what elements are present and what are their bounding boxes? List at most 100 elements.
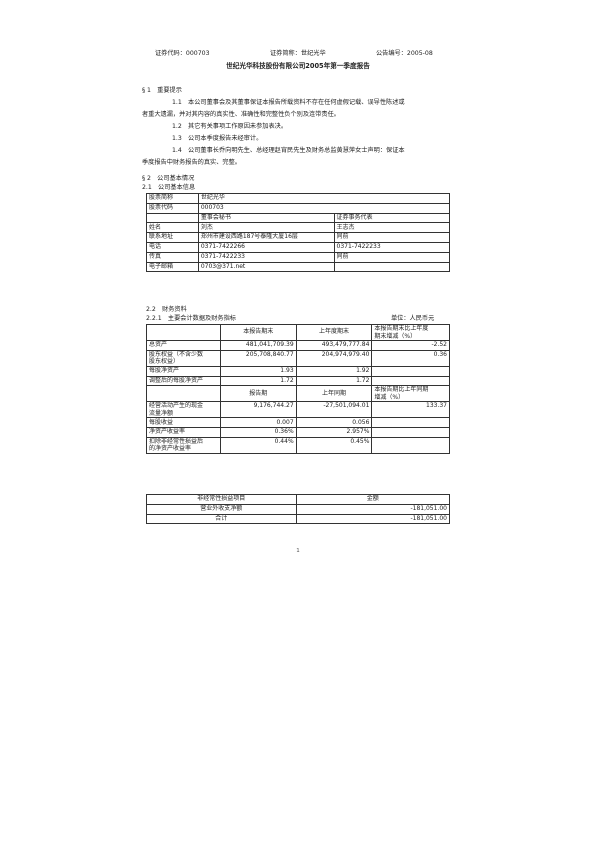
table-header-cell: 上年度期末 <box>295 324 373 341</box>
table-header-cell: 本报告期比上年同期 增减（%） <box>371 385 450 403</box>
table-row: 电子邮箱 0703@371.net <box>146 261 451 273</box>
table-cell <box>371 375 450 387</box>
section1-item: 者重大遗漏，并对其内容的真实性、准确性和完整性负个别及连带责任。 <box>142 111 340 118</box>
table-cell: 0371-7422233 <box>333 241 451 253</box>
table-header-cell: 金额 <box>295 494 451 505</box>
table-cell: 0703@371.net <box>197 261 335 273</box>
table-cell <box>146 385 221 403</box>
table-cell: 1.72 <box>219 375 297 387</box>
table-row: 非经常性损益项目 金额 <box>146 494 451 505</box>
table-cell <box>371 365 450 377</box>
section1-item: 1.3 公司本季度报告未经审计。 <box>172 135 263 142</box>
document-page: { "header": { "code": "证券代码：000703", "na… <box>0 0 596 842</box>
table-row: 姓名 刘杰 王志杰 <box>146 222 451 234</box>
table-row: 传真 0371-7422233 同前 <box>146 251 451 263</box>
table-row: 经营活动产生的现金 流量净额 9,176,744.27 -27,501,094.0… <box>146 401 450 419</box>
table-cell: 204,974,979.40 <box>295 349 373 367</box>
section1-item: 1.1 本公司董事会及其董事保证本报告所载资料不存在任何虚假记载、误导性陈述或 <box>172 99 405 106</box>
table-cell <box>371 417 450 429</box>
table-row: 股东权益（不含少数 股东权益） 205,708,840.77 204,974,97… <box>146 349 450 367</box>
table-row: 净资产收益率 0.36% 2.957% <box>146 427 450 438</box>
table-row: 报告期 上年同期 本报告期比上年同期 增减（%） <box>146 385 450 403</box>
table-cell: 扣除非经常性损益后 的净资产收益率 <box>146 436 221 454</box>
table-cell: -27,501,094.01 <box>295 401 373 419</box>
table-cell: 9,176,744.27 <box>219 401 297 419</box>
section1-item: 季度报告中财务报告的真实、完整。 <box>142 159 241 166</box>
table-row: 营业外收支净额 -181,051.00 <box>146 503 451 515</box>
table-cell: 姓名 <box>146 222 199 234</box>
page-number: 1 <box>296 548 300 554</box>
section2-2-heading: 2.2 财务资料 <box>146 306 187 313</box>
table-row: 股票代码 000703 <box>146 202 451 214</box>
table-header-cell: 上年同期 <box>295 385 373 403</box>
table-row: 每股收益 0.007 0.056 <box>146 417 450 429</box>
table-row: 每股净资产 1.93 1.92 <box>146 365 450 377</box>
table-cell: 联系地址 <box>146 232 199 243</box>
table-cell: 董事会秘书 <box>197 212 335 224</box>
table-header-cell: 本报告期末 <box>219 324 297 341</box>
table-cell <box>371 436 450 454</box>
table-cell <box>146 212 199 224</box>
financial-data-table: 本报告期末 上年度期末 本报告期末比上年度 期末增减（%） 总资产 481,041… <box>146 324 450 454</box>
section2-1-heading: 2.1 公司基本信息 <box>142 184 196 191</box>
table-cell: 1.72 <box>295 375 373 387</box>
section2-2-1-heading: 2.2.1 主要会计数据及财务指标 <box>146 315 236 322</box>
table-cell: 0.45% <box>295 436 373 454</box>
unit-label: 单位：人民币元 <box>391 315 435 322</box>
document-title: 世纪光华科技股份有限公司2005年第一季度报告 <box>226 62 370 70</box>
table-cell: 1.93 <box>219 365 297 377</box>
table-cell: 证券事务代表 <box>333 212 451 224</box>
table-cell <box>371 427 450 438</box>
table-row: 合计 -181,051.00 <box>146 513 451 525</box>
table-row: 电话 0371-7422266 0371-7422233 <box>146 241 451 253</box>
table-cell: 传真 <box>146 251 199 263</box>
table-cell: 每股净资产 <box>146 365 221 377</box>
header-stock-name: 证券简称：世纪光华 <box>270 50 326 57</box>
company-info-table: 股票简称 世纪光华 股票代码 000703 董事会秘书 证券事务代表 姓名 刘杰… <box>146 193 451 273</box>
header-notice-number: 公告编号：2005-08 <box>376 50 433 57</box>
header-stock-code: 证券代码：000703 <box>155 50 210 57</box>
table-cell: 王志杰 <box>333 222 451 234</box>
table-cell: 493,479,777.84 <box>295 340 373 351</box>
table-row: 本报告期末 上年度期末 本报告期末比上年度 期末增减（%） <box>146 324 450 341</box>
section1-heading: § 1 重要提示 <box>142 87 182 94</box>
table-row: 扣除非经常性损益后 的净资产收益率 0.44% 0.45% <box>146 436 450 454</box>
table-cell: 0.36% <box>219 427 297 438</box>
table-cell <box>333 261 451 273</box>
table-cell: 0371-7422266 <box>197 241 335 253</box>
table-cell: 经营活动产生的现金 流量净额 <box>146 401 221 419</box>
table-cell: -2.52 <box>371 340 450 351</box>
section1-item: 1.2 其它有关事项工作原因未参加表决。 <box>172 123 288 130</box>
table-header-cell: 本报告期末比上年度 期末增减（%） <box>371 324 450 341</box>
table-cell: 每股收益 <box>146 417 221 429</box>
non-recurring-items-table: 非经常性损益项目 金额 营业外收支净额 -181,051.00 合计 -181,… <box>146 494 451 525</box>
table-row: 总资产 481,041,709.39 493,479,777.84 -2.52 <box>146 340 450 351</box>
table-cell: 股东权益（不含少数 股东权益） <box>146 349 221 367</box>
table-cell: 刘杰 <box>197 222 335 234</box>
table-cell: 0.44% <box>219 436 297 454</box>
table-cell: 世纪光华 <box>197 193 451 204</box>
table-header-cell: 报告期 <box>219 385 297 403</box>
table-cell: 净资产收益率 <box>146 427 221 438</box>
section1-item: 1.4 公司董事长乔向明先生、总经理赵宵民先生及财务总监黄慧萍女士声明：保证本 <box>172 147 405 154</box>
table-cell: 481,041,709.39 <box>219 340 297 351</box>
section2-heading: § 2 公司基本情况 <box>142 175 195 182</box>
table-cell: 000703 <box>197 202 451 214</box>
table-row: 董事会秘书 证券事务代表 <box>146 212 451 224</box>
table-cell: 调整后的每股净资产 <box>146 375 221 387</box>
table-row: 调整后的每股净资产 1.72 1.72 <box>146 375 450 387</box>
table-cell: 0.36 <box>371 349 450 367</box>
table-cell: 0.007 <box>219 417 297 429</box>
table-cell: 0371-7422233 <box>197 251 335 263</box>
table-row: 股票简称 世纪光华 <box>146 193 451 204</box>
table-cell: 郑州市建设西路187号泰隆大厦16层 <box>197 232 335 243</box>
table-cell: 电话 <box>146 241 199 253</box>
table-row: 联系地址 郑州市建设西路187号泰隆大厦16层 同前 <box>146 232 451 243</box>
table-cell: 0.056 <box>295 417 373 429</box>
table-cell: 股票简称 <box>146 193 199 204</box>
table-cell: -181,051.00 <box>295 503 451 515</box>
table-cell: 205,708,840.77 <box>219 349 297 367</box>
table-cell: 总资产 <box>146 340 221 351</box>
table-cell: 合计 <box>146 513 297 525</box>
table-cell <box>146 324 221 341</box>
